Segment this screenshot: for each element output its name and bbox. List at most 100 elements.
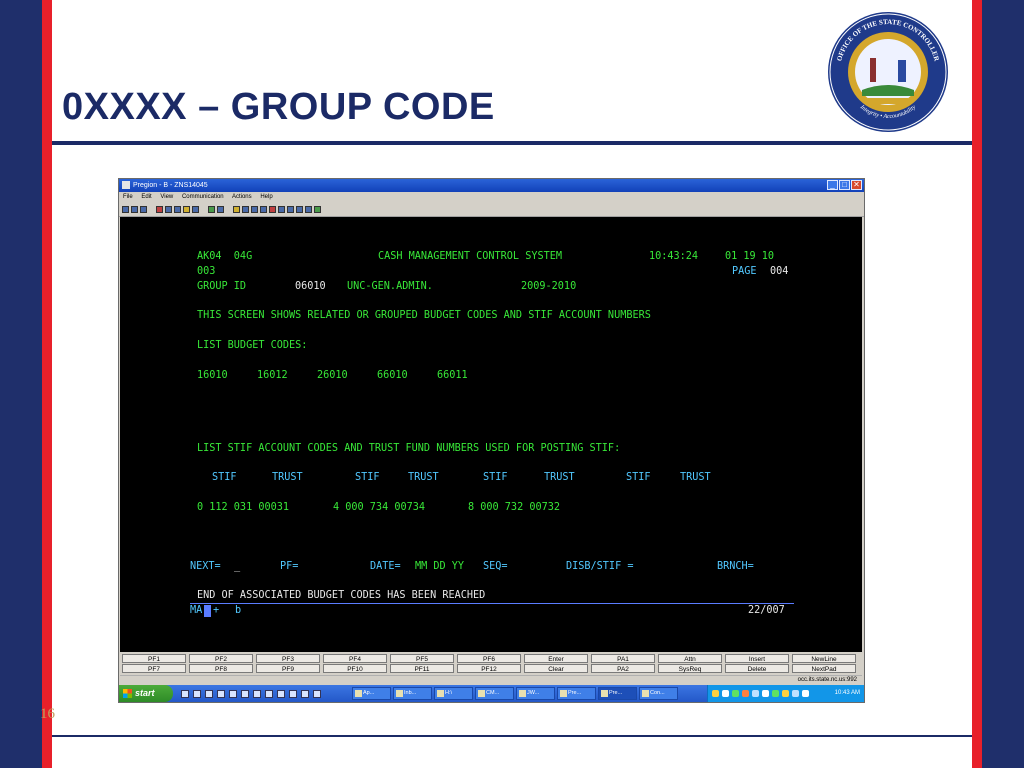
window-titlebar[interactable]: Pregion - B - ZNS14045 _ □ ✕ bbox=[119, 179, 864, 192]
taskbar-item[interactable]: Con... bbox=[639, 687, 678, 700]
tray-icon[interactable] bbox=[762, 690, 769, 697]
pf7-key[interactable]: PF7 bbox=[122, 664, 186, 673]
receive-icon[interactable] bbox=[165, 206, 172, 213]
font-icon[interactable] bbox=[278, 206, 285, 213]
pf-label: PF= bbox=[280, 561, 299, 572]
menu-actions[interactable]: Actions bbox=[232, 194, 252, 200]
quick-launch-icon[interactable] bbox=[277, 690, 285, 698]
quick-launch-icon[interactable] bbox=[301, 690, 309, 698]
quick-launch-icon[interactable] bbox=[313, 690, 321, 698]
page-label: PAGE bbox=[732, 266, 757, 277]
pf3-key[interactable]: PF3 bbox=[256, 654, 320, 663]
network-icon[interactable] bbox=[792, 690, 799, 697]
quick-launch-icon[interactable] bbox=[229, 690, 237, 698]
trace-icon[interactable] bbox=[287, 206, 294, 213]
quick-launch-icon[interactable] bbox=[253, 690, 261, 698]
quick-launch-icon[interactable] bbox=[193, 690, 201, 698]
quick-launch-icon[interactable] bbox=[217, 690, 225, 698]
delete-key[interactable]: Delete bbox=[725, 664, 789, 673]
macro-record-icon[interactable] bbox=[208, 206, 215, 213]
quick-launch-icon[interactable] bbox=[181, 690, 189, 698]
pf12-key[interactable]: PF12 bbox=[457, 664, 521, 673]
pf2-key[interactable]: PF2 bbox=[189, 654, 253, 663]
pf9-key[interactable]: PF9 bbox=[256, 664, 320, 673]
clear-key[interactable]: Clear bbox=[524, 664, 588, 673]
status-icon[interactable] bbox=[314, 206, 321, 213]
start-button[interactable]: start bbox=[119, 685, 173, 702]
taskbar-item[interactable]: JW... bbox=[516, 687, 555, 700]
taskbar-item-active[interactable]: Pre... bbox=[598, 687, 637, 700]
app-icon bbox=[122, 181, 130, 190]
stif-row: 0 112 031 00031 bbox=[197, 502, 290, 513]
pf10-key[interactable]: PF10 bbox=[323, 664, 387, 673]
volume-icon[interactable] bbox=[802, 690, 809, 697]
attn-key[interactable]: Attn bbox=[658, 654, 722, 663]
macro-play-icon[interactable] bbox=[217, 206, 224, 213]
system-code: AK04 04G bbox=[197, 251, 253, 262]
pf8-key[interactable]: PF8 bbox=[189, 664, 253, 673]
menu-view[interactable]: View bbox=[160, 194, 173, 200]
group-id-value: 06010 bbox=[295, 281, 326, 292]
taskbar-item[interactable]: CM... bbox=[475, 687, 514, 700]
tray-icon[interactable] bbox=[712, 690, 719, 697]
tray-icon[interactable] bbox=[782, 690, 789, 697]
enter-key[interactable]: Enter bbox=[524, 654, 588, 663]
taskbar-item-label: JW... bbox=[527, 690, 540, 696]
pf-key-pad: PF1 PF2 PF3 PF4 PF5 PF6 Enter PA1 Attn I… bbox=[120, 653, 862, 675]
next-input[interactable]: _ bbox=[234, 561, 240, 572]
map-icon[interactable] bbox=[192, 206, 199, 213]
send-icon[interactable] bbox=[156, 206, 163, 213]
disconnect-icon[interactable] bbox=[269, 206, 276, 213]
insert-key[interactable]: Insert bbox=[725, 654, 789, 663]
taskbar-item[interactable]: H:\ bbox=[434, 687, 473, 700]
cursor-position: 22/007 bbox=[748, 605, 785, 616]
quick-launch-icon[interactable] bbox=[265, 690, 273, 698]
window-icon[interactable] bbox=[305, 206, 312, 213]
tray-icon[interactable] bbox=[732, 690, 739, 697]
taskbar-item-label: Pre... bbox=[568, 690, 582, 696]
pa1-key[interactable]: PA1 bbox=[591, 654, 655, 663]
menu-help[interactable]: Help bbox=[260, 194, 272, 200]
windows-taskbar: start Ap... Inb... H:\ CM... JW... Pre..… bbox=[119, 685, 864, 702]
tray-icon[interactable] bbox=[752, 690, 759, 697]
color-icon[interactable] bbox=[183, 206, 190, 213]
pf4-key[interactable]: PF4 bbox=[323, 654, 387, 663]
taskbar-item[interactable]: Pre... bbox=[557, 687, 596, 700]
pa2-key[interactable]: PA2 bbox=[591, 664, 655, 673]
pf11-key[interactable]: PF11 bbox=[390, 664, 454, 673]
settings-icon[interactable] bbox=[296, 206, 303, 213]
session-icon[interactable] bbox=[251, 206, 258, 213]
stif-header: STIF bbox=[483, 472, 508, 483]
pf1-key[interactable]: PF1 bbox=[122, 654, 186, 663]
date-input[interactable]: MM DD YY bbox=[415, 561, 464, 572]
paste-icon[interactable] bbox=[140, 206, 147, 213]
maximize-button[interactable]: □ bbox=[839, 180, 850, 190]
nextpad-key[interactable]: NextPad bbox=[792, 664, 856, 673]
print-icon[interactable] bbox=[122, 206, 129, 213]
pf5-key[interactable]: PF5 bbox=[390, 654, 454, 663]
menu-file[interactable]: File bbox=[123, 194, 133, 200]
display-icon[interactable] bbox=[174, 206, 181, 213]
newline-key[interactable]: NewLine bbox=[792, 654, 856, 663]
fiscal-year: 2009-2010 bbox=[521, 281, 577, 292]
taskbar-item[interactable]: Ap... bbox=[352, 687, 391, 700]
minimize-button[interactable]: _ bbox=[827, 180, 838, 190]
connect-icon[interactable] bbox=[260, 206, 267, 213]
menu-communication[interactable]: Communication bbox=[182, 194, 224, 200]
keyboard-icon[interactable] bbox=[242, 206, 249, 213]
terminal-screen[interactable]: AK04 04G CASH MANAGEMENT CONTROL SYSTEM … bbox=[120, 217, 862, 652]
quick-launch-icon[interactable] bbox=[289, 690, 297, 698]
taskbar-item[interactable]: Inb... bbox=[393, 687, 432, 700]
tray-icon[interactable] bbox=[722, 690, 729, 697]
host-address: occ.its.state.nc.us:992 bbox=[797, 677, 857, 683]
tray-icon[interactable] bbox=[742, 690, 749, 697]
close-button[interactable]: ✕ bbox=[851, 180, 862, 190]
pf6-key[interactable]: PF6 bbox=[457, 654, 521, 663]
sysreq-key[interactable]: SysReq bbox=[658, 664, 722, 673]
menu-edit[interactable]: Edit bbox=[141, 194, 151, 200]
quick-launch-icon[interactable] bbox=[205, 690, 213, 698]
quick-launch-icon[interactable] bbox=[241, 690, 249, 698]
tray-icon[interactable] bbox=[772, 690, 779, 697]
help-icon[interactable] bbox=[233, 206, 240, 213]
copy-icon[interactable] bbox=[131, 206, 138, 213]
